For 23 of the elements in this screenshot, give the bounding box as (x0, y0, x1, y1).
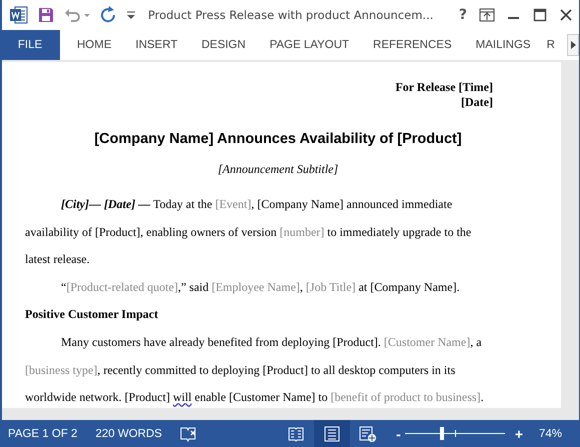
body-paragraph: [City]— [Date] — Today at the [Event], [Company Name] announced immediate availability of [Product], enabling owners of version [number] to immediately upgrade to the latest release. (25, 196, 472, 268)
ribbon-tab[interactable]: PAGE LAYOUT (258, 30, 362, 60)
help-button[interactable]: ? (458, 7, 467, 23)
zoom-level[interactable]: 74% (539, 428, 579, 440)
body-paragraph: “[Product-related quote],” said [Employee Name], [Job Title] at [Company Name]. (60, 278, 461, 296)
ribbon-tab[interactable]: HOME (65, 30, 124, 60)
ribbon-tab[interactable]: INSERT (124, 30, 190, 60)
release-line: [Date] (460, 95, 493, 110)
zoom-in-button[interactable]: + (510, 426, 527, 442)
page-count[interactable]: PAGE 1 OF 2 (8, 428, 78, 440)
document-heading: [Company Name] Announces Availability of [Product] (93, 131, 463, 147)
document-subtitle: [Announcement Subtitle] (216, 162, 340, 177)
zoom-out-button[interactable]: - (392, 426, 405, 442)
ribbon-tab[interactable]: REFERENCES (361, 30, 464, 60)
ribbon-tab[interactable]: R (542, 30, 555, 60)
word-count[interactable]: 220 WORDS (95, 428, 162, 440)
ribbon-tab[interactable]: DESIGN (189, 30, 258, 60)
release-line: For Release [Time] (394, 80, 493, 95)
window-title: Product Press Release with product Announcem... (148, 8, 434, 22)
section-heading: Positive Customer Impact (25, 306, 160, 324)
ribbon-tab[interactable]: MAILINGS (464, 30, 543, 60)
body-paragraph: Many customers have already benefited from deploying [Product]. [Customer Name], a [business type], recently committed to deploying [Product] to all desktop computers in its worldwide network. [Product] will enable [Customer Name] to [benefit of product to business]. (25, 334, 485, 406)
ribbon-tab[interactable]: FILE (2, 30, 60, 60)
